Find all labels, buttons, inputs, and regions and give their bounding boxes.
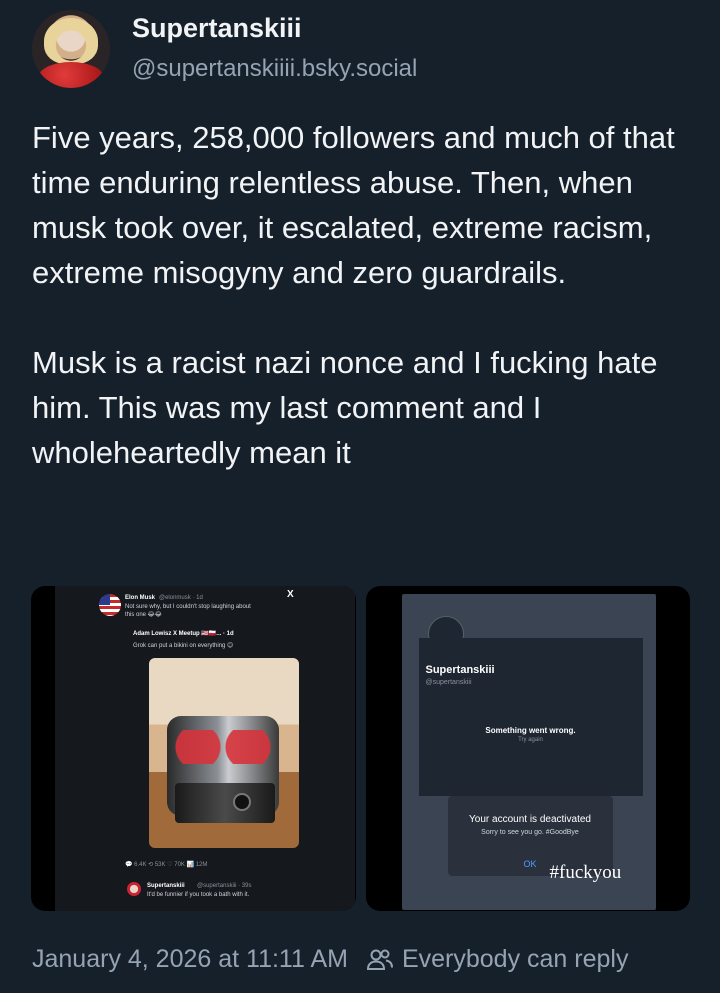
avatar-hair: [44, 18, 98, 64]
tweet-text-line2: this one 😂😂: [125, 612, 162, 618]
profile-handle: @supertanskiii: [425, 679, 472, 686]
quoted-text: Grok can put a bikini on everything 😊: [133, 643, 234, 649]
post-header: Supertanskiii @supertanskiiii.bsky.socia…: [32, 10, 417, 88]
reply-handle: @supertanskiii · 39s: [197, 883, 252, 889]
dialog-subtitle: Sorry to see you go. #GoodBye: [481, 829, 579, 836]
embedded-image-right[interactable]: Supertanskiii @supertanskiii Something w…: [365, 586, 690, 911]
tweet-text-line1: Not sure why, but I couldn't stop laughi…: [125, 604, 251, 610]
error-message: Something went wrong.: [485, 726, 576, 735]
reply-setting[interactable]: Everybody can reply: [402, 945, 629, 974]
people-icon: [366, 949, 393, 970]
profile-name: Supertanskiii: [425, 664, 495, 676]
post-text: Five years, 258,000 followers and much o…: [32, 120, 675, 470]
post-timestamp[interactable]: January 4, 2026 at 11:11 AM: [32, 945, 348, 974]
quoted-author: Adam Lowisz X Meetup 🇺🇸🇵🇱... · 1d: [133, 631, 234, 637]
embedded-image-left[interactable]: Elon Musk @elonmusk · 1d X Not sure why,…: [31, 586, 356, 911]
post-footer: January 4, 2026 at 11:11 AM Everybody ca…: [32, 945, 628, 974]
avatar-scarf: [38, 62, 104, 88]
author-handle[interactable]: @supertanskiiii.bsky.social: [132, 52, 417, 86]
author-display-name[interactable]: Supertanskiii: [132, 12, 417, 44]
bikini-top: [173, 730, 273, 764]
toaster-knob: [233, 793, 251, 811]
tweet-author: Elon Musk: [125, 595, 156, 601]
author-avatar[interactable]: [32, 10, 110, 88]
reply-text: It'd be funnier if you took a bath with …: [147, 892, 250, 898]
author-names: Supertanskiii @supertanskiiii.bsky.socia…: [132, 12, 417, 86]
reply-avatar: [127, 882, 141, 896]
hashtag-overlay: #fuckyou: [549, 862, 622, 883]
tweet-screenshot: Elon Musk @elonmusk · 1d X Not sure why,…: [55, 586, 355, 911]
x-logo-icon: X: [287, 589, 294, 600]
us-flag-avatar: [99, 594, 121, 616]
try-again: Try again: [518, 737, 543, 743]
tweet-stats: 💬 6.4K ⟲ 53K ♡ 70K 📊 12M: [125, 862, 208, 868]
post-media: Elon Musk @elonmusk · 1d X Not sure why,…: [31, 586, 690, 911]
dialog-title: Your account is deactivated: [469, 814, 591, 825]
toaster-base: [175, 783, 275, 823]
tweet-handle-time: @elonmusk · 1d: [159, 595, 203, 601]
profile-card: [418, 638, 643, 796]
reply-author: Supertanskiii: [147, 883, 185, 889]
toaster-bikini-image: [149, 658, 299, 848]
